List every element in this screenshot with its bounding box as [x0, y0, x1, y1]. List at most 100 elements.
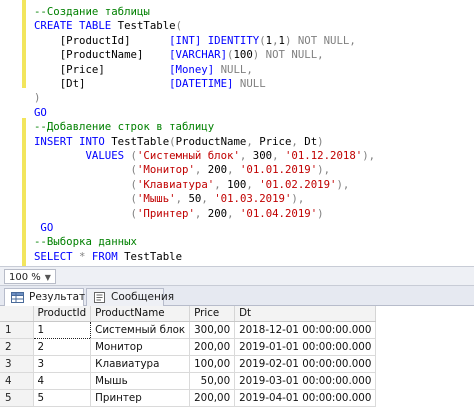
- code-token: 100: [233, 48, 253, 62]
- table-row[interactable]: 1 1 Системный блок 300,00 2018-12-01 00:00:0…: [0, 320, 377, 339]
- code-token: TestTable: [124, 249, 183, 263]
- code-line[interactable]: ): [34, 90, 40, 105]
- grid-cell[interactable]: 2018-12-01 00:00:00.000: [234, 321, 377, 339]
- code-token: '01.04.2019': [239, 206, 318, 220]
- code-token: SELECT: [34, 249, 80, 263]
- code-token: 300: [252, 149, 273, 162]
- code-token: ,: [194, 206, 208, 220]
- tab-messages[interactable]: Сообщения: [86, 288, 174, 306]
- row-number[interactable]: 4: [0, 372, 34, 390]
- code-token: --Добавление строк в таблицу: [34, 120, 215, 134]
- code-token: ),: [291, 192, 305, 206]
- code-token: *: [79, 249, 92, 263]
- grid-corner[interactable]: [0, 306, 34, 322]
- table-row[interactable]: 5 5 Принтер 200,00 2019-04-01 00:00:00.000: [0, 389, 377, 407]
- code-line[interactable]: GO: [34, 105, 47, 120]
- code-token: [ProductId]: [34, 33, 170, 47]
- code-token: NULL: [220, 62, 247, 76]
- table-row[interactable]: 2 2 Монитор 200,00 2019-01-01 00:00:00.000: [0, 338, 377, 356]
- code-line[interactable]: [Dt] [DATETIME] NULL: [34, 76, 266, 91]
- code-token: [Dt]: [34, 77, 170, 90]
- grid-cell[interactable]: Монитор: [90, 338, 191, 356]
- code-token: GO: [34, 105, 47, 119]
- code-line[interactable]: ('Клавиатура', 100, '01.02.2019'),: [34, 177, 350, 192]
- code-line[interactable]: ('Мышь', 50, '01.03.2019'),: [34, 191, 305, 206]
- changed-lines-marker: [22, 0, 26, 88]
- code-line[interactable]: INSERT INTO TestTable(ProductName, Price…: [34, 134, 324, 149]
- grid-cell[interactable]: 4: [33, 372, 92, 390]
- column-header-productid[interactable]: ProductId: [33, 306, 92, 322]
- code-token: ): [34, 91, 41, 105]
- sql-editor[interactable]: --Создание таблицы CREATE TABLE TestTable…: [0, 0, 474, 266]
- grid-cell[interactable]: 100,00: [189, 355, 236, 373]
- chevron-down-icon: ▼: [44, 273, 51, 282]
- code-line[interactable]: ('Монитор', 200, '01.01.2019'),: [34, 162, 331, 177]
- row-number[interactable]: 1: [0, 321, 34, 339]
- code-token: NULL: [239, 77, 266, 90]
- code-line[interactable]: GO: [34, 220, 53, 235]
- code-token: [VARCHAR]: [169, 48, 228, 62]
- code-token: ,: [246, 177, 260, 191]
- grid-cell[interactable]: 2: [33, 338, 92, 356]
- code-token: ,: [272, 149, 285, 162]
- grid-cell[interactable]: 50,00: [189, 372, 236, 390]
- code-token: [Money]: [169, 62, 221, 76]
- code-token: GO: [34, 221, 54, 234]
- grid-cell[interactable]: 2019-04-01 00:00:00.000: [234, 389, 377, 407]
- zoom-dropdown[interactable]: 100 % ▼: [4, 269, 56, 284]
- row-number[interactable]: 3: [0, 355, 34, 373]
- code-token: ): [317, 206, 324, 220]
- table-row[interactable]: 4 4 Мышь 50,00 2019-03-01 00:00:00.000: [0, 372, 377, 390]
- grid-cell[interactable]: 200,00: [189, 338, 236, 356]
- grid-cell[interactable]: 5: [33, 389, 92, 407]
- code-token: [Price]: [34, 62, 170, 76]
- grid-cell[interactable]: Клавиатура: [90, 355, 191, 373]
- code-line[interactable]: SELECT * FROM TestTable: [34, 249, 182, 264]
- grid-cell[interactable]: 2019-03-01 00:00:00.000: [234, 372, 377, 390]
- grid-header-row: ProductId ProductName Price Dt: [0, 306, 377, 322]
- grid-cell[interactable]: Мышь: [90, 372, 191, 390]
- code-token: (: [175, 19, 183, 33]
- tab-results[interactable]: Результаты: [4, 288, 93, 306]
- code-line[interactable]: [ProductName] [VARCHAR](100) NOT NULL,: [34, 47, 324, 62]
- grid-cell[interactable]: Принтер: [90, 389, 191, 407]
- code-line[interactable]: VALUES ('Системный блок', 300, '01.12.20…: [34, 148, 375, 163]
- column-header-productname[interactable]: ProductName: [90, 306, 191, 322]
- code-token: [INT]: [169, 33, 208, 47]
- grid-cell[interactable]: 300,00: [189, 321, 236, 339]
- grid-cell[interactable]: 3: [33, 355, 92, 373]
- column-header-dt[interactable]: Dt: [234, 306, 377, 322]
- grid-cell[interactable]: 1: [32, 320, 92, 339]
- grid-results-icon: [11, 292, 24, 303]
- row-number[interactable]: 5: [0, 389, 34, 407]
- code-token: ): [284, 33, 298, 47]
- code-line[interactable]: ('Принтер', 200, '01.04.2019'): [34, 206, 324, 221]
- code-line[interactable]: --Добавление строк в таблицу: [34, 119, 214, 134]
- column-header-price[interactable]: Price: [189, 306, 236, 322]
- code-token: CREATE TABLE: [34, 19, 118, 33]
- code-token: Price: [259, 134, 292, 148]
- grid-cell[interactable]: 2019-01-01 00:00:00.000: [234, 338, 377, 356]
- code-token: 200: [207, 163, 228, 177]
- grid-cell[interactable]: 200,00: [189, 389, 236, 407]
- code-token: ),: [317, 163, 331, 177]
- code-token: ,: [317, 48, 324, 62]
- code-line[interactable]: CREATE TABLE TestTable(: [34, 18, 182, 33]
- grid-cell[interactable]: 2019-02-01 00:00:00.000: [234, 355, 377, 373]
- grid-cell[interactable]: Системный блок: [90, 321, 191, 339]
- code-token: '01.01.2019': [239, 163, 318, 177]
- code-line[interactable]: [Price] [Money] NULL,: [34, 62, 253, 77]
- result-tabs: Результаты Сообщения: [0, 286, 474, 306]
- results-grid[interactable]: ProductId ProductName Price Dt 1 1 Системн…: [0, 306, 474, 420]
- editor-status-bar: 100 % ▼: [0, 266, 474, 286]
- code-line[interactable]: --Выборка данных: [34, 234, 137, 249]
- table-row[interactable]: 3 3 Клавиатура 100,00 2019-02-01 00:00:00.00…: [0, 355, 377, 373]
- code-token: IDENTITY: [207, 33, 260, 47]
- code-token: 100: [227, 177, 247, 191]
- code-line[interactable]: [ProductId] [INT] IDENTITY(1,1) NOT NULL…: [34, 33, 356, 48]
- row-number[interactable]: 2: [0, 338, 34, 356]
- code-line[interactable]: --Создание таблицы: [34, 4, 150, 19]
